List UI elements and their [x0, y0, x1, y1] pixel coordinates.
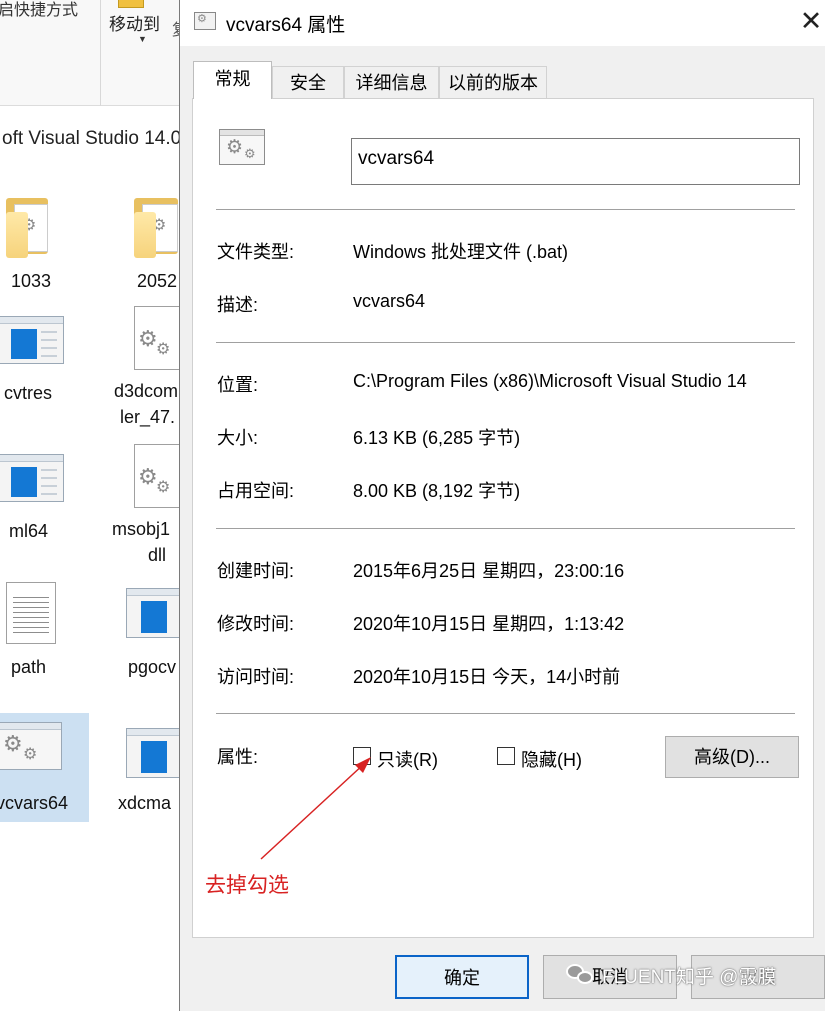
gear-icon: ⚙ — [138, 326, 158, 351]
file-item-label-line2: dll — [148, 545, 167, 565]
size-value: 6.13 KB (6,285 字节) — [353, 428, 521, 448]
accessed-label: 访问时间: — [217, 667, 295, 687]
ribbon: 启快捷方式 移动到 ▼ 复 — [0, 0, 180, 106]
divider — [216, 528, 795, 529]
file-item-label: d3dcom — [114, 381, 179, 401]
close-button[interactable]: ✕ — [796, 6, 825, 38]
annotation-text: 去掉勾选 — [205, 873, 289, 897]
file-item-vcvars64[interactable]: ⚙ ⚙ vcvars64 — [0, 722, 90, 822]
file-name-input[interactable]: vcvars64 — [351, 138, 800, 185]
description-label: 描述: — [217, 295, 259, 315]
created-label: 创建时间: — [217, 561, 295, 581]
accessed-value: 2020年10月15日 今天，14小时前 — [353, 667, 621, 687]
apply-button[interactable]: 应用 — [691, 955, 825, 999]
file-item-2052[interactable]: ⚙ 2052 — [120, 192, 180, 292]
file-item-path[interactable]: path — [0, 580, 90, 690]
file-item-d3dcompiler[interactable]: ⚙ ⚙ d3dcom ler_47. — [112, 306, 180, 436]
batch-file-icon: ⚙ ⚙ — [0, 722, 62, 770]
divider — [216, 342, 795, 343]
text-file-icon — [6, 582, 56, 644]
file-item-label-line2: ler_47. — [120, 407, 176, 427]
file-item-label: pgocv — [128, 657, 177, 677]
ribbon-paste-shortcut-label[interactable]: 启快捷方式 — [0, 0, 78, 20]
file-type-value: Windows 批处理文件 (.bat) — [353, 242, 569, 262]
gear-icon: ⚙ — [244, 146, 256, 161]
size-on-disk-label: 占用空间: — [217, 481, 295, 501]
divider — [216, 209, 795, 210]
description-value: vcvars64 — [353, 291, 426, 311]
file-item-label: 1033 — [10, 271, 52, 291]
created-value: 2015年6月25日 星期四，23:00:16 — [353, 561, 625, 581]
file-item-ml64[interactable]: ml64 — [0, 452, 90, 552]
tab-general[interactable]: 常规 — [193, 61, 272, 99]
folder-icon — [134, 212, 156, 258]
file-item-label: xdcma — [118, 793, 172, 813]
advanced-button[interactable]: 高级(D)... — [665, 736, 799, 778]
address-bar[interactable]: oft Visual Studio 14.0 — [0, 128, 180, 150]
file-item-1033[interactable]: ⚙ 1033 — [0, 192, 90, 292]
chevron-down-icon[interactable]: ▼ — [138, 34, 147, 44]
tab-details[interactable]: 详细信息 — [344, 66, 439, 99]
exe-icon — [0, 316, 64, 364]
move-to-button[interactable]: 移动到 — [109, 10, 160, 35]
exe-icon — [0, 454, 64, 502]
attributes-label: 属性: — [217, 747, 259, 767]
file-item-cvtres[interactable]: cvtres — [0, 314, 90, 414]
gear-icon: ⚙ — [23, 746, 38, 763]
file-item-label: cvtres — [4, 383, 53, 403]
exe-icon — [126, 728, 180, 778]
hidden-checkbox[interactable] — [497, 747, 515, 765]
size-on-disk-value: 8.00 KB (8,192 字节) — [353, 481, 521, 501]
cancel-button[interactable]: 取消 — [543, 955, 677, 999]
size-label: 大小: — [217, 428, 259, 448]
annotation-arrow — [260, 757, 371, 860]
file-item-msobj[interactable]: ⚙ ⚙ msobj1 dll — [110, 444, 180, 574]
gear-icon: ⚙ — [3, 731, 23, 756]
ribbon-separator — [100, 0, 101, 106]
dialog-title: vcvars64 属性 — [226, 15, 346, 36]
file-item-pgocvt[interactable]: pgocv — [120, 588, 180, 688]
file-item-xdcmake[interactable]: xdcma — [118, 728, 180, 828]
title-bar[interactable]: ⚙ vcvars64 属性 ✕ — [180, 0, 825, 46]
location-value: C:\Program Files (x86)\Microsoft Visual … — [353, 371, 747, 391]
ok-button[interactable]: 确定 — [395, 955, 529, 999]
modified-value: 2020年10月15日 星期四，1:13:42 — [353, 614, 625, 634]
close-icon: ✕ — [799, 6, 823, 36]
general-tab-panel: ⚙ ⚙ vcvars64 文件类型: Windows 批处理文件 (.bat) … — [192, 98, 814, 938]
gear-icon: ⚙ — [226, 137, 244, 158]
exe-icon — [126, 588, 180, 638]
tab-previous-versions[interactable]: 以前的版本 — [439, 66, 547, 99]
file-type-label: 文件类型: — [217, 242, 295, 262]
gear-icon: ⚙ — [138, 464, 158, 489]
file-item-label: 2052 — [137, 271, 178, 291]
batch-file-icon: ⚙ — [194, 12, 216, 30]
divider — [216, 713, 795, 714]
readonly-checkbox[interactable] — [353, 747, 371, 765]
hidden-checkbox-label[interactable]: 隐藏(H) — [521, 746, 582, 772]
move-to-folder-icon[interactable] — [118, 0, 144, 8]
folder-icon — [6, 212, 28, 258]
gear-icon: ⚙ — [156, 341, 171, 358]
file-item-label: path — [11, 657, 47, 677]
readonly-checkbox-label[interactable]: 只读(R) — [377, 746, 438, 772]
file-item-label: vcvars64 — [0, 793, 69, 813]
file-explorer-window: 启快捷方式 移动到 ▼ 复 oft Visual Studio 14.0 ⚙ 1… — [0, 0, 180, 1011]
gear-icon: ⚙ — [156, 479, 171, 496]
file-item-label: msobj1 — [112, 519, 171, 539]
batch-file-icon: ⚙ ⚙ — [219, 129, 265, 165]
file-item-label: ml64 — [9, 521, 49, 541]
tab-security[interactable]: 安全 — [272, 66, 344, 99]
modified-label: 修改时间: — [217, 614, 295, 634]
location-label: 位置: — [217, 375, 259, 395]
properties-dialog: ⚙ vcvars64 属性 ✕ 常规 安全 详细信息 以前的版本 ⚙ ⚙ vcv… — [179, 0, 825, 1011]
